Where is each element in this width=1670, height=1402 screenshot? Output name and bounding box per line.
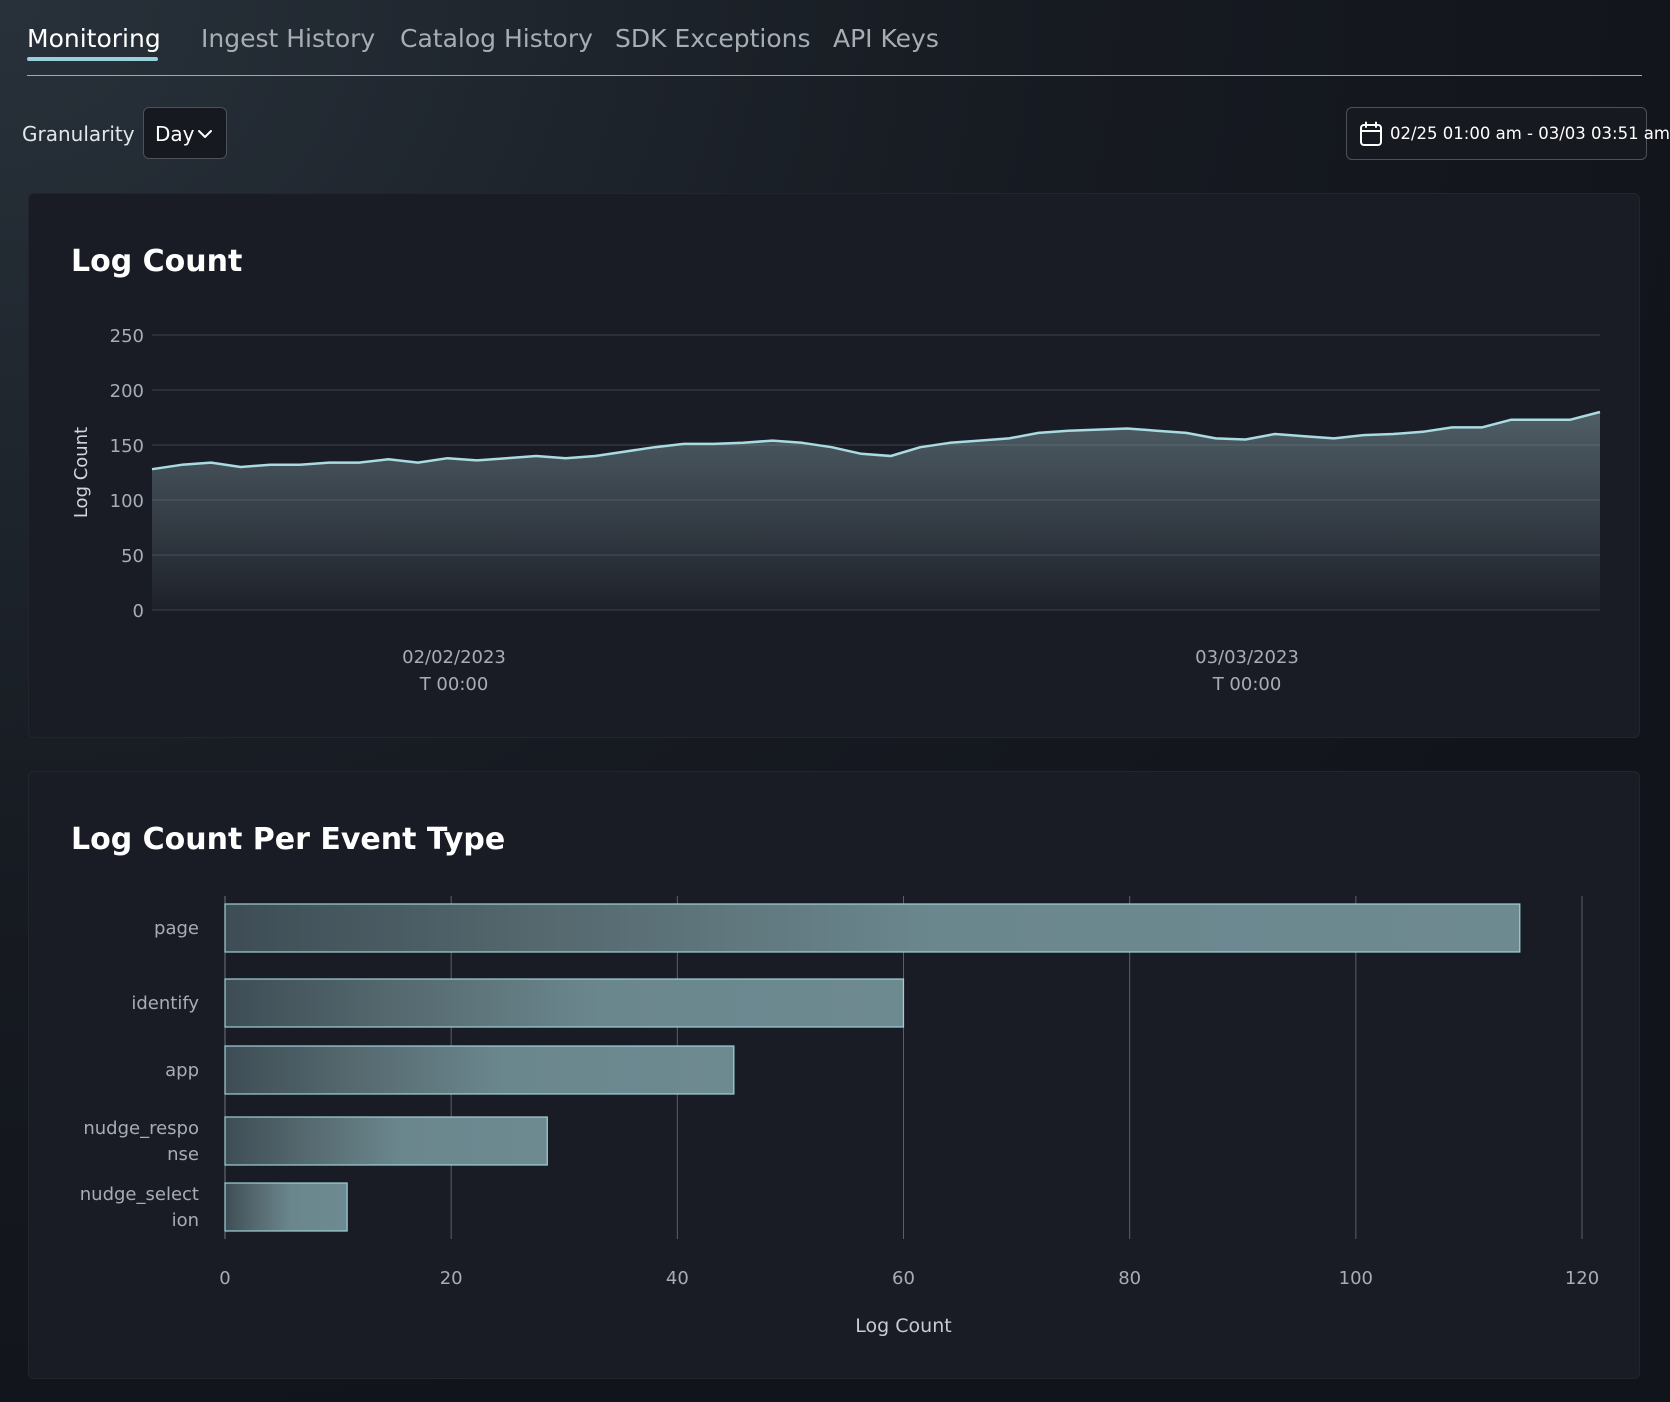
x-tick-label: 80 <box>1118 1268 1141 1289</box>
y-tick-label: 50 <box>121 546 144 567</box>
log-count-chart: 0 50 100 150 200 250 Log Count 02/02/2023 T 00:0… <box>71 326 1601 695</box>
tab-label: Monitoring <box>27 24 161 53</box>
bar <box>224 903 1521 953</box>
event-type-chart: 0 20 40 60 80 100 120 Log Count page identify app n… <box>80 896 1599 1337</box>
tab-ingest-history[interactable]: Ingest History <box>201 24 375 53</box>
category-label: nse <box>167 1144 199 1165</box>
category-label: nudge_select <box>80 1184 199 1205</box>
area-fill <box>152 412 1600 610</box>
y-axis-label: Log Count <box>71 427 92 518</box>
chevron-down-icon <box>198 130 212 138</box>
tab-catalog-history[interactable]: Catalog History <box>400 24 593 53</box>
date-range-text: 02/25 01:00 am - 03/03 03:51 am <box>1390 124 1670 143</box>
tab-label: Ingest History <box>201 24 376 53</box>
category-label: nudge_respo <box>83 1118 199 1139</box>
x-tick-label: 20 <box>440 1268 463 1289</box>
bar <box>224 1045 735 1095</box>
x-tick-label: 03/03/2023 <box>1195 647 1299 668</box>
tab-label: Catalog History <box>400 24 593 53</box>
active-tab-indicator <box>27 57 158 61</box>
tab-sdk-exceptions[interactable]: SDK Exceptions <box>615 24 811 53</box>
x-tick-label: 40 <box>666 1268 689 1289</box>
bar <box>224 978 905 1028</box>
category-label: page <box>154 918 199 939</box>
tab-api-keys[interactable]: API Keys <box>833 24 939 53</box>
category-label: ion <box>172 1210 199 1231</box>
y-tick-label: 0 <box>133 601 144 622</box>
x-axis-label: Log Count <box>855 1315 951 1337</box>
tab-label: SDK Exceptions <box>615 24 811 53</box>
category-label: identify <box>131 993 199 1014</box>
bar <box>224 1116 548 1166</box>
category-label: app <box>165 1060 199 1081</box>
calendar-icon <box>1360 121 1382 146</box>
log-count-panel: Log Count 0 50 100 150 200 250 Log Count 02/02/… <box>28 193 1640 738</box>
date-range-picker[interactable]: 02/25 01:00 am - 03/03 03:51 am <box>1346 107 1670 160</box>
tab-bar: Monitoring Ingest History Catalog Histor… <box>27 0 1642 76</box>
y-tick-label: 200 <box>110 381 144 402</box>
event-type-panel: Log Count Per Event Type 0 20 40 60 80 100 120… <box>28 771 1640 1379</box>
granularity-value: Day <box>155 122 195 146</box>
x-tick-label: 100 <box>1339 1268 1373 1289</box>
granularity-label: Granularity <box>22 122 135 146</box>
y-tick-label: 250 <box>110 326 144 347</box>
x-tick-label: T 00:00 <box>1212 674 1282 695</box>
x-tick-label: 02/02/2023 <box>402 647 506 668</box>
x-tick-label: T 00:00 <box>419 674 489 695</box>
x-tick-label: 60 <box>892 1268 915 1289</box>
tab-label: API Keys <box>833 24 939 53</box>
y-tick-label: 100 <box>110 491 144 512</box>
y-tick-label: 150 <box>110 436 144 457</box>
tab-monitoring[interactable]: Monitoring <box>27 24 161 61</box>
x-tick-label: 0 <box>219 1268 230 1289</box>
x-tick-label: 120 <box>1565 1268 1599 1289</box>
bar <box>224 1182 348 1232</box>
granularity-select[interactable]: Day <box>143 107 227 159</box>
